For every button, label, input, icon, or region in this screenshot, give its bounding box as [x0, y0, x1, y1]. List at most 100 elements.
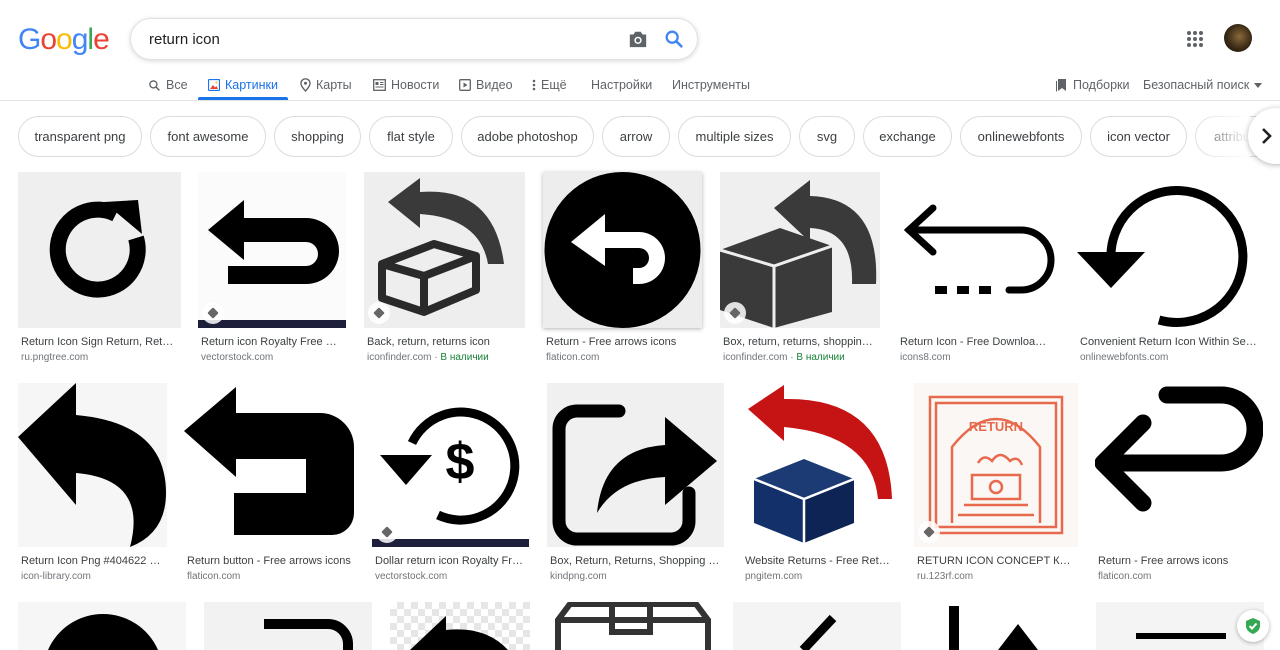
result-source: pngitem.com	[745, 571, 803, 582]
chip[interactable]: arrow	[602, 116, 670, 157]
chip-label: onlinewebfonts	[977, 129, 1065, 144]
result-thumbnail[interactable]	[1095, 383, 1263, 547]
result-title[interactable]: Return Icon Png #404622 - Free Icons Lib…	[21, 555, 163, 567]
camera-icon[interactable]	[627, 29, 649, 49]
circle-return-icon	[544, 172, 701, 328]
chip[interactable]: exchange	[863, 116, 952, 157]
search-icon[interactable]	[663, 28, 685, 50]
result-thumbnail[interactable]	[18, 172, 181, 328]
tab-video[interactable]: Видео	[459, 70, 513, 100]
result-thumbnail[interactable]	[720, 172, 880, 328]
search-input[interactable]	[149, 31, 589, 48]
result-thumbnail[interactable]	[18, 602, 186, 650]
tab-label: Ещё	[541, 78, 567, 92]
result-thumbnail[interactable]	[918, 602, 1078, 650]
availability-label: В наличии	[440, 352, 489, 363]
tab-images[interactable]: Картинки	[208, 70, 278, 100]
tab-maps[interactable]: Карты	[300, 70, 352, 100]
tab-news[interactable]: Новости	[373, 70, 439, 100]
refresh-arrow-icon	[49, 200, 146, 298]
result-thumbnail[interactable]: RETURN	[914, 383, 1078, 547]
shield-check-icon	[1246, 618, 1260, 634]
chip[interactable]: adobe photoshop	[461, 116, 594, 157]
return-arrow-icon	[48, 613, 158, 650]
tab-label: Новости	[391, 78, 440, 92]
result-thumbnail[interactable]	[897, 172, 1059, 328]
apps-grid-icon[interactable]	[1186, 30, 1204, 48]
result-title[interactable]: Return Icon Sign Return, Return Icon ...	[21, 336, 175, 348]
result-thumbnail[interactable]	[364, 172, 525, 328]
product-tag-icon	[918, 521, 940, 543]
chip[interactable]: transparent png	[18, 116, 142, 157]
svg-text:$: $	[446, 433, 475, 491]
result-title[interactable]: Website Returns - Free Return Policy Ico…	[745, 555, 893, 567]
google-logo[interactable]: Google	[18, 23, 110, 57]
result-thumbnail[interactable]	[733, 602, 901, 650]
result-thumbnail[interactable]	[1077, 172, 1263, 328]
chip-label: transparent png	[34, 129, 126, 144]
result-thumbnail[interactable]	[543, 172, 702, 328]
availability-label: В наличии	[796, 352, 845, 363]
tab-label: Видео	[476, 78, 513, 92]
result-thumbnail[interactable]	[184, 383, 354, 547]
chip[interactable]: font awesome	[150, 116, 266, 157]
result-thumbnail[interactable]: $	[372, 383, 529, 547]
result-thumbnail[interactable]	[18, 383, 167, 547]
result-thumbnail[interactable]	[547, 383, 724, 547]
result-title[interactable]: Return button - Free arrows icons	[187, 555, 351, 567]
chip[interactable]: shopping	[274, 116, 361, 157]
chip[interactable]: onlinewebfonts	[960, 116, 1082, 157]
news-icon	[373, 79, 386, 91]
settings-link[interactable]: Настройки	[591, 70, 652, 100]
chip-label: flat style	[387, 129, 435, 144]
tools-link[interactable]: Инструменты	[672, 70, 750, 100]
result-title[interactable]: Return icon Royalty Free Vector Image	[201, 336, 341, 348]
result-title[interactable]: Box, return, returns, shopping icon	[723, 336, 875, 348]
result-title[interactable]: Return - Free arrows icons	[1098, 555, 1260, 567]
tab-all[interactable]: Все	[148, 70, 188, 100]
result-source: icons8.com	[900, 352, 951, 363]
account-avatar[interactable]	[1224, 24, 1252, 52]
result-source: iconfinder.com · В наличии	[367, 352, 489, 363]
result-title[interactable]: Box, Return, Returns, Shopping Icon ...	[550, 555, 720, 567]
chip-label: exchange	[879, 129, 936, 144]
logo-letter: G	[18, 23, 41, 56]
safe-search-dropdown[interactable]: Безопасный поиск	[1143, 70, 1263, 100]
chip[interactable]: flat style	[369, 116, 453, 157]
header-divider	[0, 100, 1280, 101]
tab-more[interactable]: Ещё	[532, 70, 567, 100]
tab-label: Картинки	[225, 78, 278, 92]
result-thumbnail[interactable]	[198, 172, 346, 328]
chip[interactable]: icon vector	[1090, 116, 1187, 157]
source-domain: iconfinder.com	[723, 352, 788, 363]
u-turn-arrow-icon	[264, 619, 353, 650]
result-thumbnail[interactable]	[742, 383, 896, 547]
logo-letter: g	[71, 23, 89, 56]
result-title[interactable]: Back, return, returns icon	[367, 336, 521, 348]
result-source: iconfinder.com · В наличии	[723, 352, 845, 363]
logo-letter: o	[40, 23, 57, 56]
result-source: vectorstock.com	[201, 352, 274, 363]
result-thumbnail[interactable]	[204, 602, 372, 650]
result-source: kindpng.com	[550, 571, 607, 582]
chip[interactable]: multiple sizes	[678, 116, 791, 157]
safe-search-label: Безопасный поиск	[1143, 78, 1250, 92]
result-title[interactable]: Dollar return icon Royalty Free Vector I…	[375, 555, 525, 567]
chip-label: shopping	[291, 129, 344, 144]
result-title[interactable]: Return - Free arrows icons	[546, 336, 698, 348]
logo-letter: o	[56, 23, 73, 56]
chip[interactable]: svg	[799, 116, 855, 157]
collections-label: Подборки	[1073, 78, 1130, 92]
product-tag-icon	[368, 302, 390, 324]
search-icon	[149, 79, 160, 91]
result-title[interactable]: Return Icon - Free Download, PNG and Vec…	[900, 336, 1052, 348]
result-thumbnail[interactable]	[550, 602, 715, 650]
result-source: onlinewebfonts.com	[1080, 352, 1169, 363]
product-tag-icon	[376, 521, 398, 543]
result-source: vectorstock.com	[375, 571, 448, 582]
collections-link[interactable]: Подборки	[1056, 70, 1129, 100]
result-title[interactable]: Convenient Return Icon Within Seven Days	[1080, 336, 1258, 348]
result-thumbnail[interactable]	[390, 602, 530, 650]
result-title[interactable]: RETURN ICON CONCEPT Клипарты ...	[917, 555, 1075, 567]
security-shield-button[interactable]	[1237, 610, 1269, 642]
